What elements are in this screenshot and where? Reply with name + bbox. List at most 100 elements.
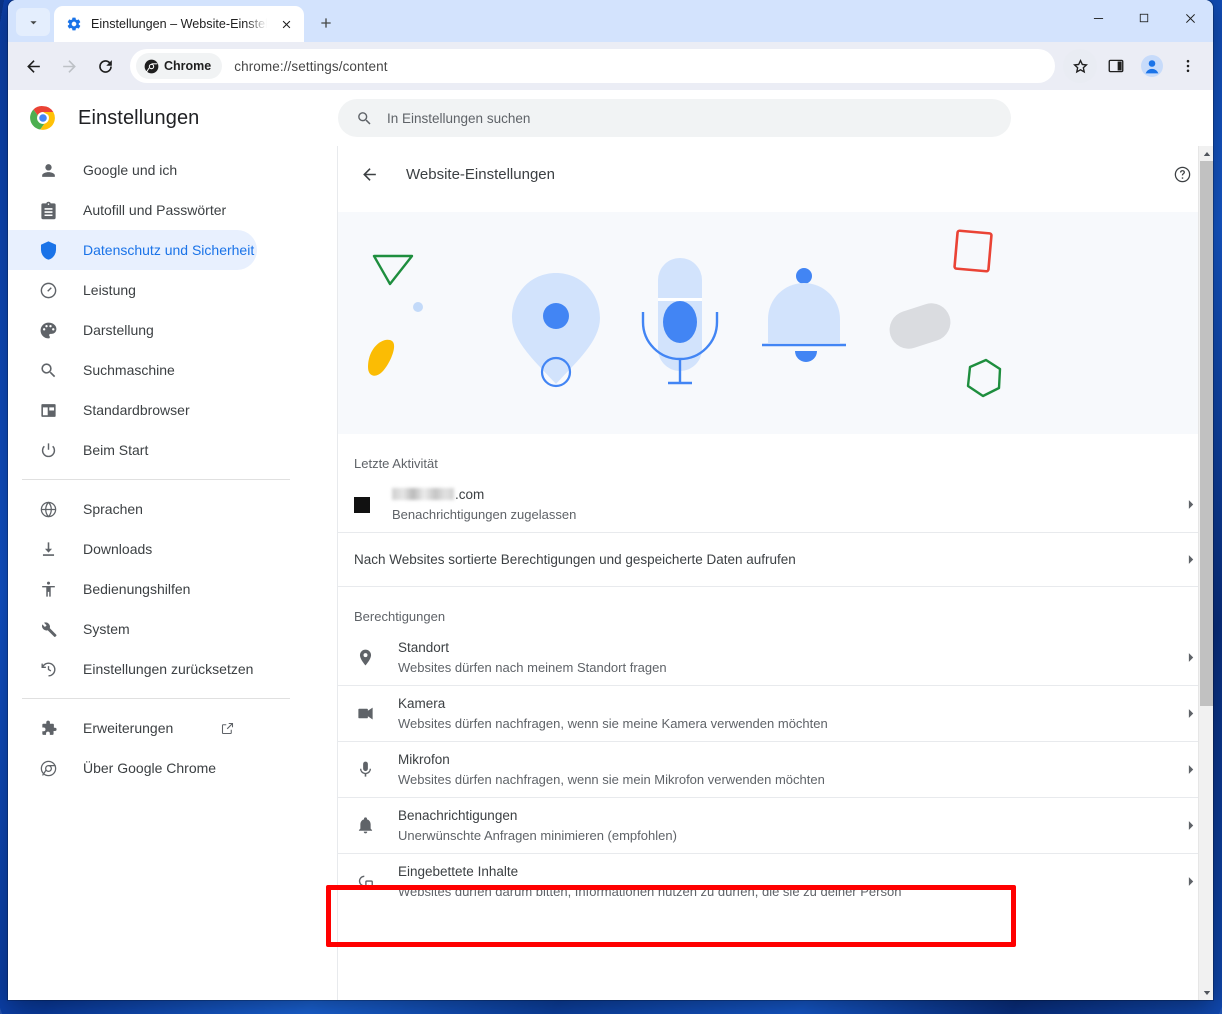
hero-shapes: [368, 229, 1002, 398]
reload-icon: [98, 59, 112, 73]
search-icon: [38, 360, 58, 380]
sidebar-item-label: Downloads: [83, 541, 153, 557]
reload-button[interactable]: [88, 49, 122, 83]
sidebar-item-einstellungen-zuruecksetzen[interactable]: Einstellungen zurücksetzen: [8, 649, 257, 689]
microphone-capsule: [663, 301, 697, 343]
sidebar-item-system[interactable]: System: [8, 609, 257, 649]
permission-text: Mikrofon Websites dürfen nachfragen, wen…: [398, 750, 1161, 789]
settings-sidebar: Google und ich Autofill und Passwörter D…: [8, 146, 338, 1000]
chevron-down-icon: [29, 20, 37, 24]
address-bar-url: chrome://settings/content: [234, 58, 388, 74]
accessibility-icon: [38, 579, 58, 599]
settings-brand: Einstellungen: [8, 105, 338, 131]
profile-button[interactable]: [1135, 49, 1169, 83]
sidebar-item-datenschutz-und-sicherheit[interactable]: Datenschutz und Sicherheit: [8, 230, 257, 270]
avatar-icon: [1141, 55, 1163, 77]
download-icon: [38, 539, 58, 559]
wrench-icon: [38, 619, 58, 639]
small-blue-dot-shape: [413, 302, 423, 312]
side-panel-button[interactable]: [1099, 49, 1133, 83]
sidebar-item-darstellung[interactable]: Darstellung: [8, 310, 257, 350]
sidebar-item-label: Leistung: [83, 282, 136, 298]
view-all-sites-row[interactable]: Nach Websites sortierte Berechtigungen u…: [338, 533, 1213, 587]
sidebar-item-google-und-ich[interactable]: Google und ich: [8, 150, 257, 190]
scrollbar-up-arrow[interactable]: [1199, 146, 1213, 161]
sidebar-item-standardbrowser[interactable]: Standardbrowser: [8, 390, 257, 430]
embedded-content-icon: [354, 871, 376, 893]
recent-activity-label: Letzte Aktivität: [354, 456, 438, 471]
gear-icon: [65, 16, 82, 33]
person-icon: [38, 160, 58, 180]
sidebar-item-suchmaschine[interactable]: Suchmaschine: [8, 350, 257, 390]
sidebar-item-downloads[interactable]: Downloads: [8, 529, 257, 569]
permission-subtitle: Websites dürfen nachfragen, wenn sie mei…: [398, 716, 828, 731]
chrome-icon: [38, 758, 58, 778]
sidebar-item-sprachen[interactable]: Sprachen: [8, 489, 257, 529]
back-button[interactable]: [16, 49, 50, 83]
side-panel-icon: [1108, 59, 1124, 73]
chevron-right-icon: [1183, 651, 1197, 664]
settings-main: Google und ich Autofill und Passwörter D…: [8, 146, 1213, 1000]
permission-row-benachrichtigungen[interactable]: Benachrichtigungen Unerwünschte Anfragen…: [338, 798, 1213, 854]
view-all-label: Nach Websites sortierte Berechtigungen u…: [354, 552, 796, 567]
tab-search-button[interactable]: [16, 8, 50, 36]
microphone-icon: [354, 759, 376, 781]
sidebar-item-erweiterungen[interactable]: Erweiterungen: [8, 708, 257, 748]
arrow-right-icon: [62, 59, 76, 73]
address-bar[interactable]: Chrome chrome://settings/content: [130, 49, 1055, 83]
recent-activity-text: .com Benachrichtigungen zugelassen: [392, 485, 1161, 524]
permission-title: Benachrichtigungen: [398, 808, 518, 823]
sidebar-item-leistung[interactable]: Leistung: [8, 270, 257, 310]
search-input[interactable]: In Einstellungen suchen: [338, 99, 1011, 137]
chevron-right-icon: [1183, 763, 1197, 776]
bookmark-button[interactable]: [1063, 49, 1097, 83]
chevron-right-icon: [1183, 875, 1197, 888]
sidebar-item-label: Einstellungen zurücksetzen: [83, 661, 254, 677]
permission-row-mikrofon[interactable]: Mikrofon Websites dürfen nachfragen, wen…: [338, 742, 1213, 798]
sidebar-item-autofill-und-passwoerter[interactable]: Autofill und Passwörter: [8, 190, 257, 230]
permission-row-kamera[interactable]: Kamera Websites dürfen nachfragen, wenn …: [338, 686, 1213, 742]
content-scrollbar[interactable]: [1198, 146, 1213, 1000]
help-icon[interactable]: [1167, 159, 1197, 189]
scrollbar-thumb[interactable]: [1200, 161, 1213, 706]
permission-subtitle: Websites dürfen nach meinem Standort fra…: [398, 660, 667, 675]
chrome-menu-button[interactable]: [1171, 49, 1205, 83]
history-restore-icon: [38, 659, 58, 679]
new-tab-button[interactable]: [312, 9, 340, 37]
red-square-shape: [953, 229, 993, 273]
sidebar-item-label: Darstellung: [83, 322, 154, 338]
globe-icon: [38, 499, 58, 519]
arrow-left-icon: [26, 59, 40, 73]
chevron-right-icon: [1183, 498, 1197, 511]
chevron-right-icon: [1183, 707, 1197, 720]
settings-search-wrap: In Einstellungen suchen: [338, 99, 1213, 137]
sidebar-item-label: Suchmaschine: [83, 362, 175, 378]
permission-row-standort[interactable]: Standort Websites dürfen nach meinem Sta…: [338, 630, 1213, 686]
permission-title: Mikrofon: [398, 752, 450, 767]
palette-icon: [38, 320, 58, 340]
permission-title: Kamera: [398, 696, 446, 711]
forward-button[interactable]: [52, 49, 86, 83]
open-in-new-icon: [220, 721, 235, 736]
sidebar-item-beim-start[interactable]: Beim Start: [8, 430, 257, 470]
recent-activity-item[interactable]: .com Benachrichtigungen zugelassen: [338, 477, 1213, 533]
bell-top-dot: [796, 268, 812, 284]
close-icon[interactable]: [276, 14, 296, 34]
sidebar-item-label: Bedienungshilfen: [83, 581, 191, 597]
arrow-left-icon: [362, 167, 376, 181]
maximize-button[interactable]: [1121, 0, 1167, 36]
scrollbar-down-arrow[interactable]: [1199, 985, 1213, 1000]
minimize-button[interactable]: [1075, 0, 1121, 36]
permission-title: Standort: [398, 640, 450, 655]
permissions-label: Berechtigungen: [354, 609, 446, 624]
browser-tab[interactable]: Einstellungen – Website-Einstell: [54, 6, 304, 42]
back-to-privacy-button[interactable]: [354, 159, 384, 189]
sidebar-item-ueber-google-chrome[interactable]: Über Google Chrome: [8, 748, 257, 788]
sidebar-item-bedienungshilfen[interactable]: Bedienungshilfen: [8, 569, 257, 609]
chrome-browser-window: Einstellungen – Website-Einstell Chrome …: [8, 0, 1213, 1000]
settings-header: Einstellungen In Einstellungen suchen: [8, 90, 1213, 146]
permission-row-eingebettete-inhalte[interactable]: Eingebettete Inhalte Websites dürfen dar…: [338, 854, 1213, 909]
permission-text: Standort Websites dürfen nach meinem Sta…: [398, 638, 1161, 677]
close-window-button[interactable]: [1167, 0, 1213, 36]
site-settings-illustration: [338, 212, 1213, 434]
